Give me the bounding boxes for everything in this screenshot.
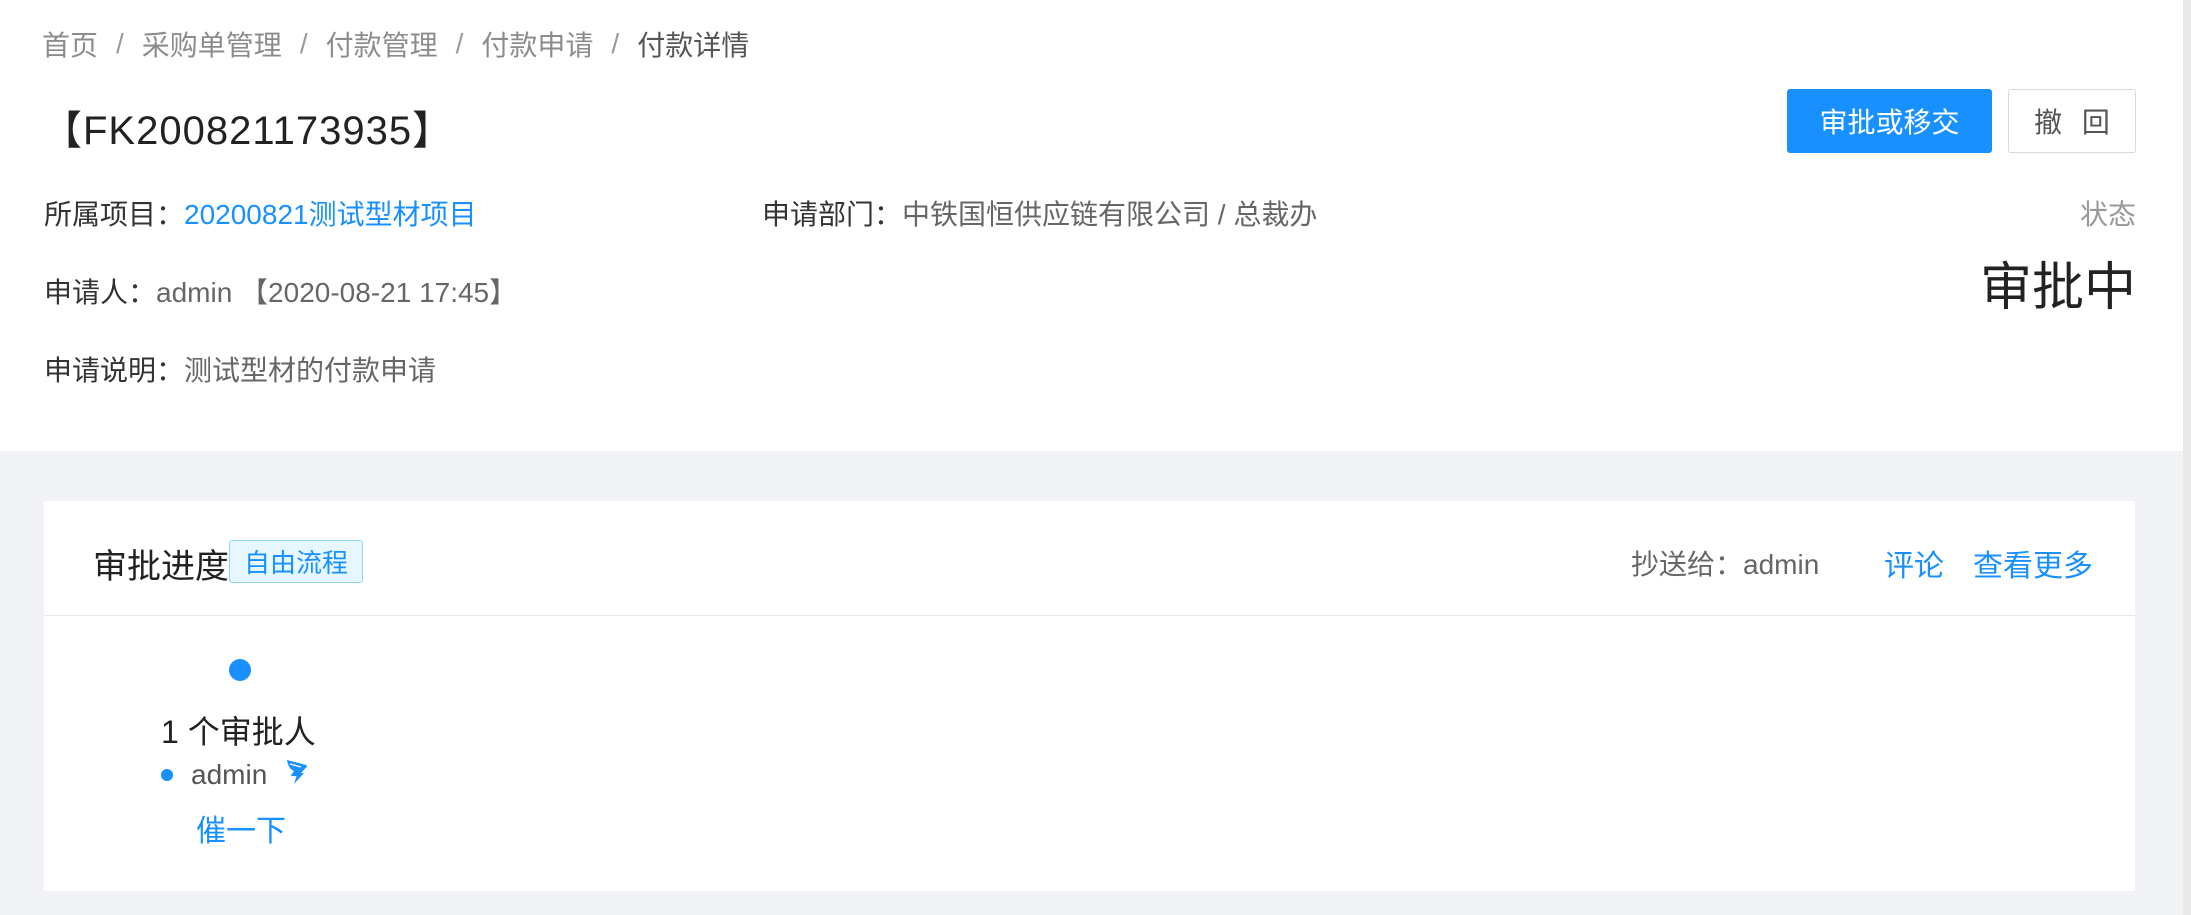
workflow-type-tag: 自由流程 xyxy=(229,540,364,583)
applicant-info: 申请人：admin 【2020-08-21 17:45】 xyxy=(44,271,517,311)
revoke-button[interactable]: 撤 回 xyxy=(2008,89,2136,153)
project-info: 所属项目：20200821测试型材项目 xyxy=(44,193,477,233)
breadcrumb-payment-management[interactable]: 付款管理 xyxy=(326,24,438,64)
approver-status-dot xyxy=(161,768,173,781)
description-info: 申请说明：测试型材的付款申请 xyxy=(44,349,436,389)
breadcrumb-home[interactable]: 首页 xyxy=(42,24,98,64)
approver-name: admin xyxy=(191,758,268,790)
department-label: 申请部门： xyxy=(762,199,903,230)
project-label: 所属项目： xyxy=(44,199,185,230)
breadcrumb-separator: / xyxy=(299,28,308,59)
approver-count: 1 个审批人 xyxy=(161,714,316,750)
breadcrumb: 首页 / 采购单管理 / 付款管理 / 付款申请 / 付款详情 xyxy=(42,24,749,64)
header-card: 首页 / 采购单管理 / 付款管理 / 付款申请 / 付款详情 【FK20082… xyxy=(0,0,2191,451)
breadcrumb-purchase-order[interactable]: 采购单管理 xyxy=(142,24,282,64)
applicant-value: admin 【2020-08-21 17:45】 xyxy=(156,277,518,308)
breadcrumb-separator: / xyxy=(116,28,124,59)
breadcrumb-separator: / xyxy=(611,28,620,59)
dingtalk-icon[interactable] xyxy=(285,757,309,792)
status-value: 审批中 xyxy=(1979,259,2136,317)
comment-link[interactable]: 评论 xyxy=(1884,541,1944,585)
status-label: 状态 xyxy=(2079,199,2136,230)
cc-recipients: 抄送给：admin xyxy=(1631,549,1820,580)
applicant-label: 申请人： xyxy=(44,277,157,308)
timeline-node-dot xyxy=(229,659,251,681)
approval-progress-card: 审批进度 自由流程 抄送给：admin 评论 查看更多 1 个审批人 admin… xyxy=(44,501,2135,891)
page-title: 【FK200821173935】 xyxy=(42,109,454,153)
breadcrumb-current: 付款详情 xyxy=(637,30,750,61)
breadcrumb-separator: / xyxy=(455,28,464,59)
scrollbar[interactable] xyxy=(2183,0,2191,915)
approve-or-transfer-button[interactable]: 审批或移交 xyxy=(1787,89,1992,153)
approver-row: admin xyxy=(161,757,309,792)
department-value: 中铁国恒供应链有限公司 / 总裁办 xyxy=(902,199,1318,230)
progress-title: 审批进度 xyxy=(93,548,229,586)
breadcrumb-payment-request[interactable]: 付款申请 xyxy=(481,24,593,64)
department-info: 申请部门：中铁国恒供应链有限公司 / 总裁办 xyxy=(762,193,1317,233)
view-more-link[interactable]: 查看更多 xyxy=(1973,541,2093,585)
progress-card-header: 审批进度 自由流程 抄送给：admin 评论 查看更多 xyxy=(44,501,2135,616)
description-label: 申请说明： xyxy=(44,355,185,386)
description-value: 测试型材的付款申请 xyxy=(184,355,437,386)
project-link[interactable]: 20200821测试型材项目 xyxy=(184,199,477,230)
urge-link[interactable]: 催一下 xyxy=(196,806,286,850)
